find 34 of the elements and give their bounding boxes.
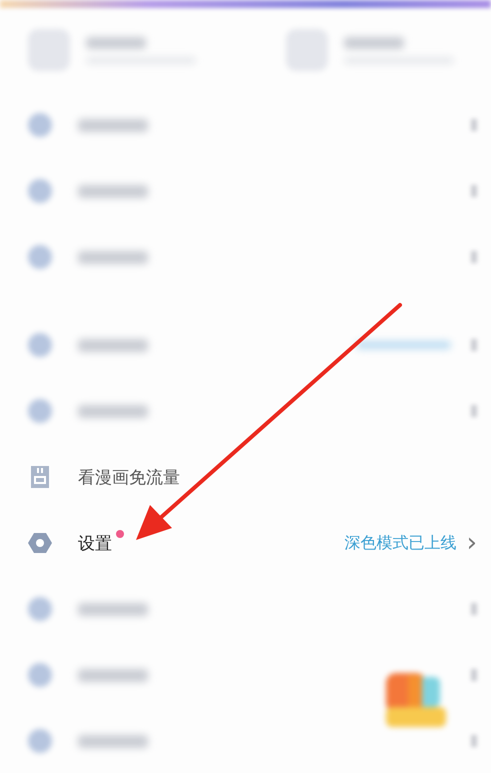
blurred-icon: [471, 251, 477, 263]
blurred-icon: [471, 405, 477, 417]
blurred-label: [78, 668, 148, 682]
blurred-icon: [471, 339, 477, 351]
blurred-icon: [28, 113, 52, 137]
blurred-icon: [471, 185, 477, 197]
blurred-icon: [286, 29, 328, 71]
blurred-icon: [28, 333, 52, 357]
blurred-icon: [471, 603, 477, 615]
menu-item-label[interactable]: 看漫画免流量: [78, 466, 180, 488]
blurred-icon: [28, 179, 52, 203]
blurred-label: [78, 338, 148, 352]
blurred-label: [78, 250, 148, 264]
blurred-icon: [471, 669, 477, 681]
blurred-icon: [28, 29, 70, 71]
settings-icon: [28, 531, 52, 555]
blurred-label: [78, 602, 148, 616]
blurred-label: [78, 404, 148, 418]
menu-item-label[interactable]: 设置: [78, 532, 112, 554]
chevron-icon: ›: [466, 530, 477, 556]
blurred-icon: [471, 735, 477, 747]
blurred-label: [78, 184, 148, 198]
blurred-icon: [471, 119, 477, 131]
blurred-icon: [28, 597, 52, 621]
blurred-icon: [28, 399, 52, 423]
blurred-icon: [28, 245, 52, 269]
sim-card-icon: [28, 465, 52, 489]
blurred-label: [344, 36, 404, 48]
blurred-icon: [28, 663, 52, 687]
blurred-label: [86, 36, 146, 48]
blurred-label: [78, 734, 148, 748]
blurred-label: [78, 118, 148, 132]
blurred-icon: [28, 729, 52, 753]
menu-item-note: 深色模式已上线: [344, 532, 457, 554]
